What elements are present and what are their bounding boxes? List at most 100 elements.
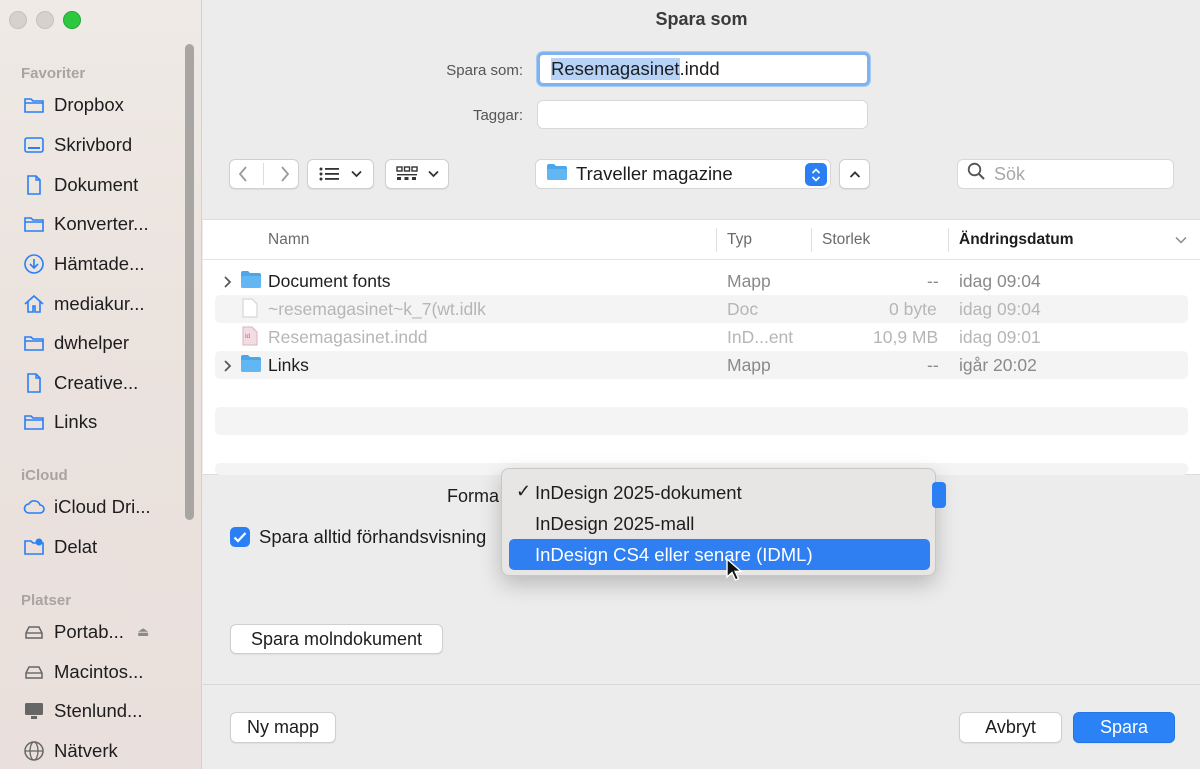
up-down-arrows-icon: [805, 163, 827, 186]
folder-icon: [240, 354, 262, 378]
download-icon: [23, 253, 45, 275]
search-placeholder: Sök: [994, 163, 1026, 184]
sidebar-scrollbar[interactable]: [185, 44, 194, 520]
sidebar-item-links[interactable]: Links: [23, 408, 97, 436]
sidebar-item-portable[interactable]: Portab... ⏏: [23, 618, 149, 646]
tags-input[interactable]: [537, 100, 868, 129]
sidebar-item-label: Dropbox: [54, 94, 124, 115]
file-type: Doc: [727, 299, 759, 319]
file-size: --: [927, 271, 939, 291]
menu-item-label: InDesign 2025-mall: [535, 512, 695, 534]
file-row[interactable]: Document fonts Mapp -- idag 09:04: [215, 267, 1188, 295]
menu-item-indesign-document[interactable]: ✓ InDesign 2025-dokument: [509, 477, 930, 508]
filename-input[interactable]: Resemagasinet .indd: [537, 52, 870, 86]
document-icon: [23, 372, 45, 394]
menu-item-label: InDesign CS4 eller senare (IDML): [535, 543, 813, 565]
file-date: idag 09:04: [959, 271, 1041, 291]
disclosure-chevron-icon[interactable]: [223, 273, 232, 294]
list-view-icon: [319, 166, 341, 182]
sidebar-item-network[interactable]: Nätverk: [23, 737, 118, 765]
drive-icon: [23, 621, 45, 643]
column-header-size[interactable]: Storlek: [822, 220, 870, 260]
sidebar-item-label: dwhelper: [54, 332, 130, 353]
sidebar-item-home[interactable]: mediakur...: [23, 290, 145, 318]
window-controls: [9, 11, 81, 29]
folder-icon: [23, 411, 45, 433]
sidebar-item-stenlund[interactable]: Stenlund...: [23, 697, 142, 725]
sidebar-item-label: Macintos...: [54, 661, 144, 682]
sidebar-item-label: mediakur...: [54, 293, 145, 314]
preview-checkbox-label[interactable]: Spara alltid förhandsvisning: [259, 526, 486, 548]
file-row[interactable]: Links Mapp -- igår 20:02: [215, 351, 1188, 379]
group-view-button[interactable]: [385, 159, 449, 189]
sidebar-item-documents[interactable]: Dokument: [23, 171, 138, 199]
file-list: Namn Typ Storlek Ändringsdatum Document …: [203, 219, 1200, 475]
minimize-window-button[interactable]: [36, 11, 54, 29]
preview-checkbox[interactable]: [230, 527, 250, 547]
file-size: --: [927, 355, 939, 375]
nav-back-forward: [229, 159, 299, 189]
file-name: ~resemagasinet~k_7(wt.idlk: [268, 299, 486, 319]
menu-item-idml[interactable]: InDesign CS4 eller senare (IDML): [509, 539, 930, 570]
search-field[interactable]: Sök: [957, 159, 1174, 189]
svg-text:Id: Id: [245, 334, 250, 340]
parent-folder-button[interactable]: [839, 159, 870, 189]
file-name: Document fonts: [268, 271, 391, 291]
grid-view-icon: [395, 166, 418, 182]
format-label: Forma: [447, 486, 500, 506]
chevron-down-icon: [351, 170, 362, 178]
sidebar-item-dwhelper[interactable]: dwhelper: [23, 329, 129, 357]
sidebar-item-label: Hämtade...: [54, 253, 145, 274]
sidebar-item-label: Delat: [54, 536, 98, 557]
sidebar-item-macintosh[interactable]: Macintos...: [23, 658, 143, 686]
sidebar-item-creative[interactable]: Creative...: [23, 369, 138, 397]
document-icon: [23, 174, 45, 196]
zoom-window-button[interactable]: [63, 11, 81, 29]
folder-icon: [23, 94, 45, 116]
back-button[interactable]: [237, 165, 249, 183]
list-view-button[interactable]: [307, 159, 374, 189]
eject-icon[interactable]: ⏏: [137, 624, 149, 640]
folder-icon: [546, 163, 568, 186]
file-date: igår 20:02: [959, 355, 1037, 375]
save-button[interactable]: Spara: [1073, 712, 1175, 743]
sort-chevron-icon[interactable]: [1175, 220, 1187, 260]
sidebar-item-icloud-drive[interactable]: iCloud Dri...: [23, 493, 151, 521]
sidebar-item-desktop[interactable]: Skrivbord: [23, 131, 132, 159]
mouse-cursor-icon: [725, 557, 743, 588]
sidebar-item-shared[interactable]: Delat: [23, 533, 97, 561]
sidebar-section-places: Platser: [21, 592, 72, 609]
format-menu: ✓ InDesign 2025-dokument InDesign 2025-m…: [501, 468, 936, 576]
disclosure-chevron-icon[interactable]: [223, 357, 232, 378]
tags-label: Taggar:: [472, 107, 523, 124]
sidebar-item-label: Konverter...: [54, 213, 149, 234]
filename-extension: .indd: [679, 58, 720, 79]
sidebar-item-downloads[interactable]: Hämtade...: [23, 250, 145, 278]
column-header-name[interactable]: Namn: [268, 220, 309, 260]
forward-button[interactable]: [279, 165, 291, 183]
menu-item-indesign-template[interactable]: InDesign 2025-mall: [509, 508, 930, 539]
sidebar-item-dropbox[interactable]: Dropbox: [23, 91, 124, 119]
file-type: Mapp: [727, 355, 771, 375]
sidebar-item-konverter[interactable]: Konverter...: [23, 210, 149, 238]
file-type: Mapp: [727, 271, 771, 291]
sidebar-item-label: Portab...: [54, 621, 124, 642]
sidebar-item-label: Skrivbord: [54, 134, 133, 155]
sidebar-item-label: Creative...: [54, 372, 139, 393]
close-window-button[interactable]: [9, 11, 27, 29]
file-row: Id Resemagasinet.indd InD...ent 10,9 MB …: [215, 323, 1188, 351]
file-size: 10,9 MB: [873, 327, 939, 347]
checkmark-icon: ✓: [516, 481, 532, 501]
menu-item-label: InDesign 2025-dokument: [535, 481, 742, 503]
location-popup[interactable]: Traveller magazine: [535, 159, 831, 189]
column-header-type[interactable]: Typ: [727, 220, 752, 260]
search-icon: [967, 162, 986, 186]
new-folder-button[interactable]: Ny mapp: [230, 712, 336, 743]
folder-icon: [240, 270, 262, 294]
cloud-icon: [23, 496, 45, 518]
column-header-date[interactable]: Ändringsdatum: [959, 220, 1074, 260]
filename-selection: Resemagasinet: [551, 58, 680, 80]
format-popup-stepper[interactable]: [932, 482, 946, 508]
save-cloud-document-button[interactable]: Spara molndokument: [230, 624, 443, 654]
cancel-button[interactable]: Avbryt: [959, 712, 1062, 743]
